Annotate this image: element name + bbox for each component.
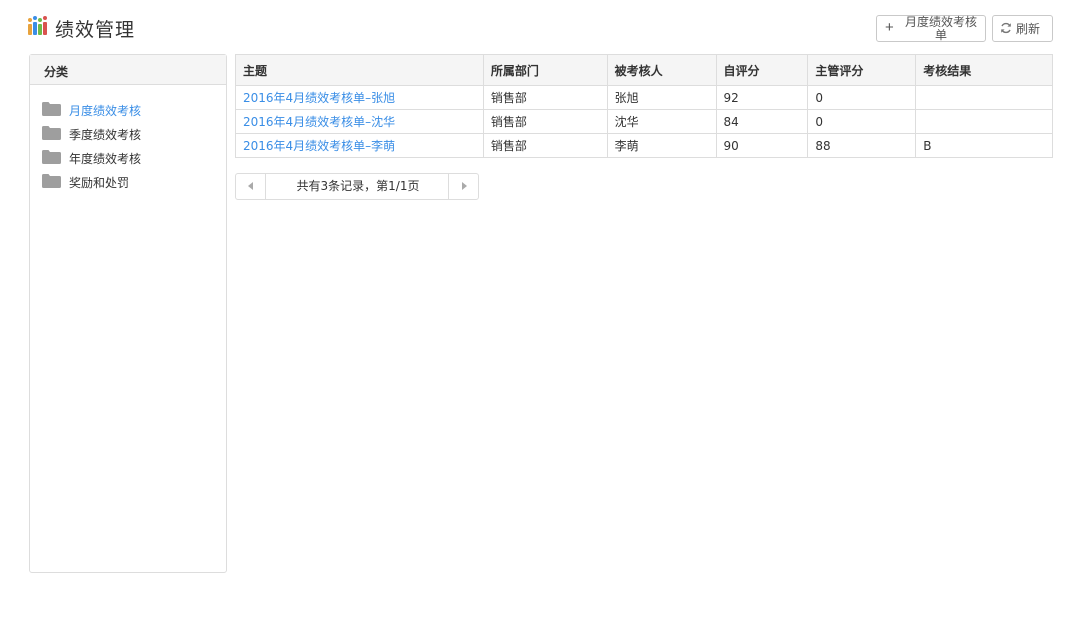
cell-manager-score: 0 [807, 109, 917, 134]
cell-assessee: 张旭 [606, 85, 717, 110]
pagination: 共有3条记录，第1/1页 [235, 173, 479, 200]
sidebar-header: 分类 [30, 55, 226, 85]
sidebar-item-label: 月度绩效考核 [69, 104, 142, 118]
category-sidebar: 分类 月度绩效考核 季度绩效考核 年度绩效考核 奖励和处罚 [29, 54, 227, 573]
column-header-result[interactable]: 考核结果 [915, 54, 1053, 86]
page-header: 绩效管理 + 月度绩效考核单 刷新 [28, 14, 1054, 46]
folder-icon [42, 174, 61, 188]
cell-result: B [915, 133, 1053, 158]
cell-result [915, 85, 1053, 110]
refresh-icon [1001, 22, 1011, 34]
refresh-button[interactable]: 刷新 [992, 15, 1053, 42]
table-header-row: 主题 所属部门 被考核人 自评分 主管评分 考核结果 [235, 54, 1053, 86]
cell-subject: 2016年4月绩效考核单–李萌 [235, 133, 484, 158]
triangle-right-icon [462, 182, 467, 190]
cell-department: 销售部 [482, 133, 608, 158]
sidebar-item-quarterly[interactable]: 季度绩效考核 [42, 124, 212, 148]
cell-self-score: 84 [715, 109, 809, 134]
sidebar-item-rewards-penalties[interactable]: 奖励和处罚 [42, 172, 212, 196]
prev-page-button[interactable] [236, 174, 266, 199]
cell-result [915, 109, 1053, 134]
page-title: 绩效管理 [55, 19, 136, 41]
column-header-manager-score[interactable]: 主管评分 [807, 54, 917, 86]
cell-manager-score: 88 [807, 133, 917, 158]
sidebar-item-annual[interactable]: 年度绩效考核 [42, 148, 212, 172]
refresh-button-label: 刷新 [1016, 22, 1041, 36]
next-page-button[interactable] [448, 174, 478, 199]
subject-link[interactable]: 2016年4月绩效考核单–沈华 [243, 115, 395, 129]
cell-assessee: 李萌 [606, 133, 717, 158]
cell-department: 销售部 [482, 85, 608, 110]
category-tree: 月度绩效考核 季度绩效考核 年度绩效考核 奖励和处罚 [42, 100, 212, 196]
assessment-table: 主题 所属部门 被考核人 自评分 主管评分 考核结果 2016年4月绩效考核单–… [235, 54, 1053, 158]
pagination-info: 共有3条记录，第1/1页 [296, 179, 420, 193]
sidebar-item-monthly[interactable]: 月度绩效考核 [42, 100, 212, 124]
folder-icon [42, 126, 61, 140]
triangle-left-icon [248, 182, 253, 190]
add-button-label: 月度绩效考核单 [904, 15, 977, 42]
column-header-department[interactable]: 所属部门 [482, 54, 608, 86]
plus-icon: + [885, 19, 894, 36]
table-row[interactable]: 2016年4月绩效考核单–张旭 销售部 张旭 92 0 [235, 85, 1053, 110]
cell-subject: 2016年4月绩效考核单–张旭 [235, 85, 484, 110]
cell-self-score: 92 [715, 85, 809, 110]
add-monthly-assessment-button[interactable]: + 月度绩效考核单 [876, 15, 986, 42]
bar-chart-people-icon [28, 16, 48, 35]
cell-department: 销售部 [482, 109, 608, 134]
table-row[interactable]: 2016年4月绩效考核单–李萌 销售部 李萌 90 88 B [235, 133, 1053, 158]
sidebar-item-label: 奖励和处罚 [69, 176, 130, 190]
cell-subject: 2016年4月绩效考核单–沈华 [235, 109, 484, 134]
table-row[interactable]: 2016年4月绩效考核单–沈华 销售部 沈华 84 0 [235, 109, 1053, 134]
folder-icon [42, 150, 61, 164]
column-header-self-score[interactable]: 自评分 [715, 54, 809, 86]
subject-link[interactable]: 2016年4月绩效考核单–张旭 [243, 91, 395, 105]
subject-link[interactable]: 2016年4月绩效考核单–李萌 [243, 139, 395, 153]
sidebar-item-label: 年度绩效考核 [69, 152, 142, 166]
column-header-assessee[interactable]: 被考核人 [606, 54, 717, 86]
cell-manager-score: 0 [807, 85, 917, 110]
cell-assessee: 沈华 [606, 109, 717, 134]
cell-self-score: 90 [715, 133, 809, 158]
folder-icon [42, 102, 61, 116]
column-header-subject[interactable]: 主题 [235, 54, 484, 86]
sidebar-item-label: 季度绩效考核 [69, 128, 142, 142]
